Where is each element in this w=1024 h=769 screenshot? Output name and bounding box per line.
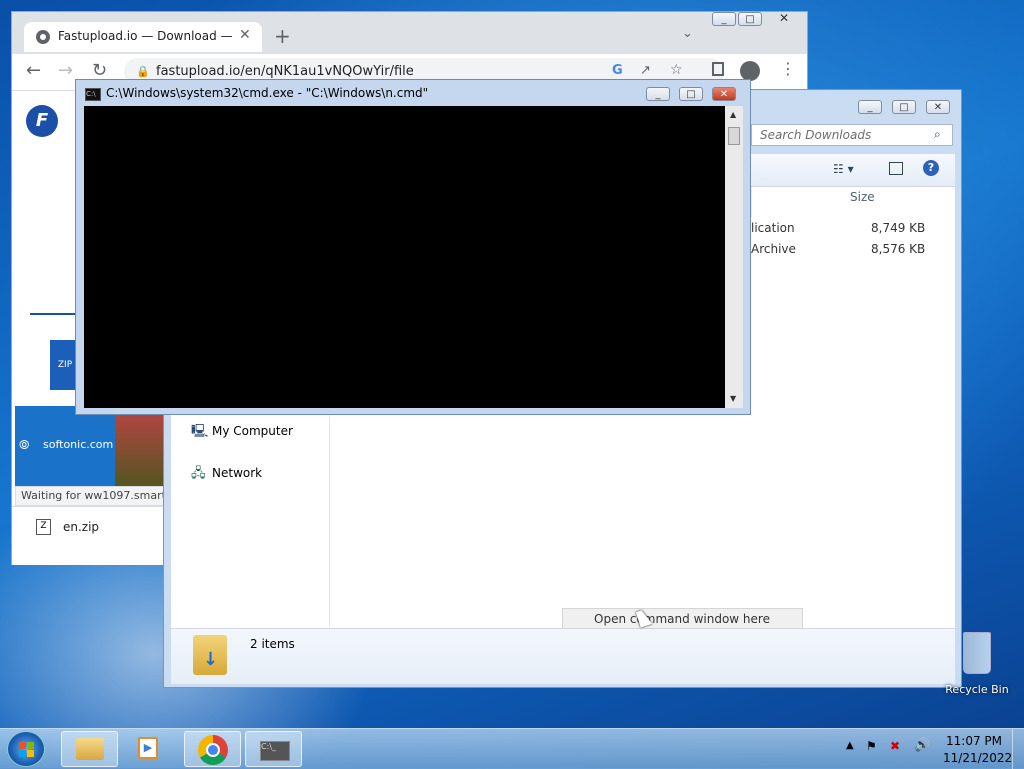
clock-time[interactable]: 11:07 PM (946, 734, 1002, 748)
network-icon: 🖧 (191, 466, 206, 481)
taskbar: ▶ C:\_ ▲ ⚑ ✖ 🔊 11:07 PM 11/21/2022 (0, 728, 1024, 769)
cmd-minimize-button[interactable]: _ (646, 87, 670, 101)
new-tab-button[interactable]: + (274, 24, 291, 48)
chrome-icon (198, 735, 228, 765)
softonic-ad[interactable]: softonic.com ⦾ (15, 406, 115, 486)
media-player-icon: ▶ (138, 737, 158, 759)
softonic-label: softonic.com (43, 438, 114, 451)
chrome-minimize-button[interactable]: _ (712, 12, 736, 26)
nav-item-my-computer[interactable]: 🖳 My Computer (191, 421, 321, 441)
nav-label: Network (212, 466, 263, 480)
cmd-close-button[interactable]: ✕ (712, 87, 736, 101)
explorer-close-button[interactable]: ✕ (926, 100, 950, 114)
taskbar-media-player-button[interactable]: ▶ (122, 731, 179, 767)
downloads-folder-icon: ↓ (193, 635, 227, 675)
context-menu-label: Open command window here (594, 612, 770, 626)
search-downloads-input[interactable]: Search Downloads ⌕ (751, 124, 953, 146)
profile-avatar[interactable] (740, 61, 760, 81)
view-options-icon[interactable]: ☷ ▾ (833, 162, 854, 176)
reload-icon[interactable]: ↻ (92, 60, 107, 81)
item-count: 2 items (250, 637, 295, 651)
file-type: Archive (751, 242, 796, 256)
taskbar-explorer-button[interactable] (61, 731, 118, 767)
loading-status-text: Waiting for ww1097.smarta (21, 489, 173, 502)
size-column-header[interactable]: Size (850, 190, 875, 204)
download-shelf: Z en.zip (12, 506, 163, 565)
close-tab-icon[interactable]: ✕ (239, 27, 251, 43)
preview-pane-icon[interactable] (889, 162, 903, 175)
nav-item-network[interactable]: 🖧 Network (191, 463, 321, 483)
file-row[interactable]: lication 8,749 KB (751, 219, 955, 239)
cmd-title: C:\Windows\system32\cmd.exe - "C:\Window… (106, 86, 429, 100)
action-center-icon[interactable]: ⚑ (866, 739, 877, 753)
tab-title: Fastupload.io — Download — en (58, 29, 233, 43)
lock-icon: 🔒 (136, 65, 150, 78)
explorer-status-bar: ↓ 2 items (171, 628, 955, 684)
show-desktop-button[interactable] (1012, 729, 1024, 769)
chrome-maximize-button[interactable]: □ (738, 12, 762, 26)
clock-date[interactable]: 11/21/2022 (943, 751, 1012, 765)
help-icon[interactable]: ? (923, 160, 939, 176)
softonic-logo-icon: ⦾ (19, 438, 30, 453)
recycle-bin-icon (963, 632, 991, 674)
fastupload-logo-icon: F (26, 105, 58, 137)
chrome-close-button[interactable]: ✕ (772, 12, 796, 26)
cmd-window: C:\ C:\Windows\system32\cmd.exe - "C:\Wi… (75, 79, 751, 415)
back-arrow-icon[interactable]: ← (26, 60, 41, 81)
globe-icon (36, 30, 50, 44)
file-size: 8,576 KB (871, 242, 926, 256)
gta-ad-image[interactable] (115, 406, 165, 486)
show-hidden-icons-arrow-icon[interactable]: ▲ (846, 740, 854, 751)
folder-icon (76, 738, 104, 760)
file-type: lication (751, 221, 795, 235)
search-icon[interactable]: ⌕ (934, 127, 941, 142)
taskbar-cmd-button[interactable]: C:\_ (245, 731, 302, 767)
console-scrollbar[interactable]: ▲ ▼ (725, 106, 743, 408)
side-panel-icon[interactable] (712, 62, 724, 76)
download-filename[interactable]: en.zip (63, 520, 99, 534)
google-lens-icon[interactable]: G (612, 63, 623, 78)
browser-tab[interactable]: Fastupload.io — Download — en ✕ (24, 22, 262, 52)
network-disconnected-icon[interactable]: ✖ (890, 739, 900, 753)
computer-icon: 🖳 (191, 424, 209, 439)
tab-search-chevron-icon[interactable]: ⌄ (682, 26, 693, 41)
share-icon[interactable]: ↗ (640, 63, 651, 78)
explorer-maximize-button[interactable]: □ (892, 100, 916, 114)
cmd-icon: C:\_ (260, 741, 290, 761)
explorer-minimize-button[interactable]: _ (858, 100, 882, 114)
taskbar-chrome-button[interactable] (184, 731, 241, 767)
zip-download-icon: Z (36, 519, 51, 535)
scroll-up-arrow-icon[interactable]: ▲ (730, 110, 736, 119)
url-text: fastupload.io/en/qNK1au1vNQOwYir/file (156, 64, 414, 79)
bookmark-star-icon[interactable]: ☆ (670, 62, 683, 78)
console-output[interactable] (84, 106, 725, 408)
scroll-down-arrow-icon[interactable]: ▼ (730, 394, 736, 403)
nav-label: My Computer (212, 424, 293, 438)
file-row[interactable]: Archive 8,576 KB (751, 240, 955, 260)
menu-kebab-icon[interactable]: ⋮ (780, 59, 796, 78)
scroll-thumb[interactable] (728, 127, 740, 145)
file-size: 8,749 KB (871, 221, 926, 235)
volume-icon[interactable]: 🔊 (914, 738, 930, 753)
search-placeholder: Search Downloads (760, 128, 872, 142)
recycle-bin-desktop-icon[interactable]: Recycle Bin (945, 630, 1009, 700)
start-button[interactable] (7, 731, 45, 767)
forward-arrow-icon[interactable]: → (58, 60, 73, 81)
cmd-maximize-button[interactable]: □ (679, 87, 703, 101)
context-menu-item-open-command-window[interactable]: Open command window here (562, 608, 803, 629)
cmd-app-icon: C:\ (85, 88, 101, 101)
recycle-bin-label: Recycle Bin (945, 683, 1009, 696)
